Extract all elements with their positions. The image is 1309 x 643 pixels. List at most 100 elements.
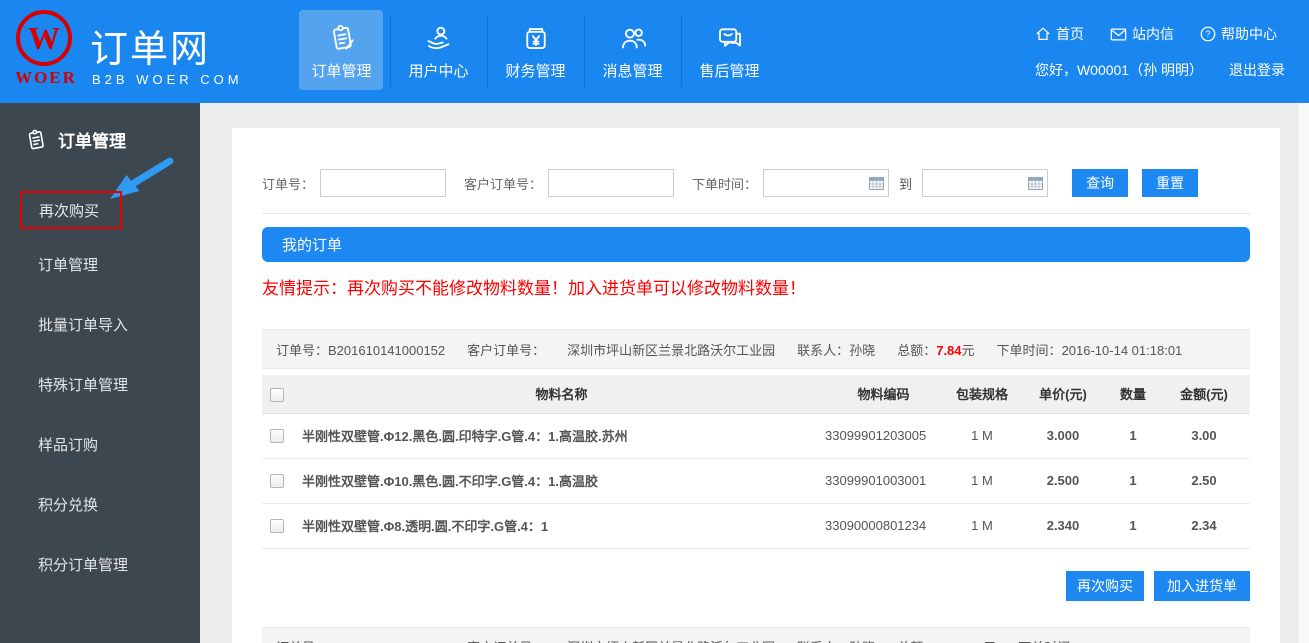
woer-logo: W [16,10,72,66]
help-icon: ? [1200,26,1216,42]
material-code: 33099901003001 [821,458,946,503]
order-management-icon [24,128,48,152]
sidebar-item-buy-again[interactable]: 再次购买 [20,191,122,229]
sidebar-menu: 订单管理 批量订单导入 特殊订单管理 样品订购 积分兑换 积分订单管理 [0,236,200,596]
header-package-spec: 包装规格 [946,375,1018,413]
select-all-checkbox[interactable] [270,388,284,402]
order-no-label: 订单号： [276,343,328,358]
delivery-address: 深圳市坪山新区兰景北路沃尔工业园 [567,340,775,359]
query-button[interactable]: 查询 [1072,169,1128,197]
order-time-label: 下单时间： [692,174,757,193]
logout-link[interactable]: 退出登录 [1229,60,1285,80]
nav-finance-management[interactable]: 财务管理 [487,0,584,103]
user-center-icon [424,23,454,53]
header-quantity: 数量 [1108,375,1158,413]
home-icon [1035,26,1051,42]
contact-value: 孙晓 [849,343,875,358]
site-mail-link[interactable]: 站内信 [1110,24,1174,44]
material-name: 半刚性双壁管.Φ10.黑色.圆.不印字.G管.4：1.高温胶 [302,458,821,503]
help-center-link[interactable]: ? 帮助中心 [1200,24,1277,44]
buy-again-button[interactable]: 再次购买 [1066,571,1144,601]
contact-label: 联系人： [797,343,849,358]
header-material-code: 物料编码 [821,375,946,413]
delivery-address: 深圳市坪山新区兰景北路沃尔工业园 [567,637,775,643]
sidebar-item-label: 再次购买 [39,200,99,221]
nav-label: 消息管理 [602,60,662,81]
table-row: 半刚性双壁管.Φ8.透明.圆.不印字.G管.4：1 33090000801234… [262,503,1250,548]
order-no-input[interactable] [320,169,446,197]
order-items-table: 物料名称 物料编码 包装规格 单价(元) 数量 金额(元) 半刚性双壁管.Φ12… [262,375,1250,549]
nav-label: 财务管理 [505,60,565,81]
order-management-icon [327,23,357,53]
order-actions: 再次购买 加入进货单 [262,571,1250,601]
quantity: 1 [1108,413,1158,458]
material-name: 半刚性双壁管.Φ12.黑色.圆.印特字.G管.4：1.高温胶.苏州 [302,413,821,458]
home-link[interactable]: 首页 [1035,24,1084,44]
sidebar-title: 订单管理 [58,127,126,152]
help-center-label: 帮助中心 [1221,24,1277,44]
quantity: 1 [1108,503,1158,548]
calendar-icon[interactable] [1028,176,1043,190]
customer-order-no-label: 客户订单号： [464,174,542,193]
table-header-row: 物料名称 物料编码 包装规格 单价(元) 数量 金额(元) [262,375,1250,413]
svg-text:?: ? [1205,29,1210,39]
amount: 2.34 [1158,503,1250,548]
package-spec: 1 M [946,458,1018,503]
site-tagline: B2B WOER COM [92,72,243,87]
nav-message-management[interactable]: 消息管理 [584,0,681,103]
order-block: 订单号：B201610141000152 客户订单号： 深圳市坪山新区兰景北路沃… [262,329,1250,643]
unit-price: 2.340 [1018,503,1108,548]
package-spec: 1 M [946,413,1018,458]
sidebar-item-points-exchange[interactable]: 积分兑换 [0,476,200,536]
order-time-label: 下单时间： [997,343,1062,358]
total-value: 7.84 [936,343,961,358]
sidebar-item-special-order-management[interactable]: 特殊订单管理 [0,356,200,416]
logo-letter: W [28,20,60,57]
order-meta-row: 订单号：B201610131000133 客户订单号： 深圳市坪山新区兰景北路沃… [262,627,1250,643]
nav-order-management[interactable]: 订单管理 [293,0,390,103]
nav-label: 用户中心 [408,60,468,81]
user-bar: 首页 站内信 ? 帮助中心 您好，W00001（孙 明明） 退出登录 [1035,0,1285,80]
package-spec: 1 M [946,503,1018,548]
mail-icon [1110,27,1127,42]
material-name: 半刚性双壁管.Φ8.透明.圆.不印字.G管.4：1 [302,503,821,548]
row-checkbox[interactable] [270,519,284,533]
row-checkbox[interactable] [270,474,284,488]
table-row: 半刚性双壁管.Φ10.黑色.圆.不印字.G管.4：1.高温胶 330999010… [262,458,1250,503]
header-material-name: 物料名称 [302,375,821,413]
order-no-value: B201610141000152 [328,343,445,358]
message-management-icon [618,23,648,53]
sidebar-item-sample-order[interactable]: 样品订购 [0,416,200,476]
nav-user-center[interactable]: 用户中心 [390,0,487,103]
order-meta-row: 订单号：B201610141000152 客户订单号： 深圳市坪山新区兰景北路沃… [262,329,1250,369]
material-code: 33090000801234 [821,503,946,548]
user-greeting: 您好，W00001（孙 明明） [1035,60,1203,80]
nav-label: 售后管理 [699,60,759,81]
sidebar-item-order-management[interactable]: 订单管理 [0,236,200,296]
reset-button[interactable]: 重置 [1142,169,1198,197]
header-unit-price: 单价(元) [1018,375,1108,413]
row-checkbox[interactable] [270,429,284,443]
sidebar-item-batch-order-import[interactable]: 批量订单导入 [0,296,200,356]
site-mail-label: 站内信 [1132,24,1174,44]
panel-title: 我的订单 [282,234,342,255]
scrollbar[interactable] [1297,103,1309,643]
calendar-icon[interactable] [869,176,884,190]
add-to-purchase-list-button[interactable]: 加入进货单 [1154,571,1250,601]
customer-order-no-input[interactable] [548,169,674,197]
order-time-value: 2016-10-14 01:18:01 [1062,343,1183,358]
header-amount: 金额(元) [1158,375,1250,413]
amount: 2.50 [1158,458,1250,503]
site-title: 订单网 [90,18,210,73]
quantity: 1 [1108,458,1158,503]
table-row: 半刚性双壁管.Φ12.黑色.圆.印特字.G管.4：1.高温胶.苏州 330999… [262,413,1250,458]
order-no-label: 订单号： [262,174,314,193]
unit-price: 2.500 [1018,458,1108,503]
sidebar-item-points-order-management[interactable]: 积分订单管理 [0,536,200,596]
nav-after-sales[interactable]: 售后管理 [681,0,778,103]
sidebar: 订单管理 再次购买 订单管理 批量订单导入 特殊订单管理 样品订购 积分兑换 积… [0,103,200,643]
sidebar-section-header: 订单管理 [0,103,200,152]
yuan-unit: 元 [962,343,975,358]
date-to-label: 到 [899,174,912,193]
order-search-form: 订单号： 客户订单号： 下单时间： 到 [262,169,1250,197]
